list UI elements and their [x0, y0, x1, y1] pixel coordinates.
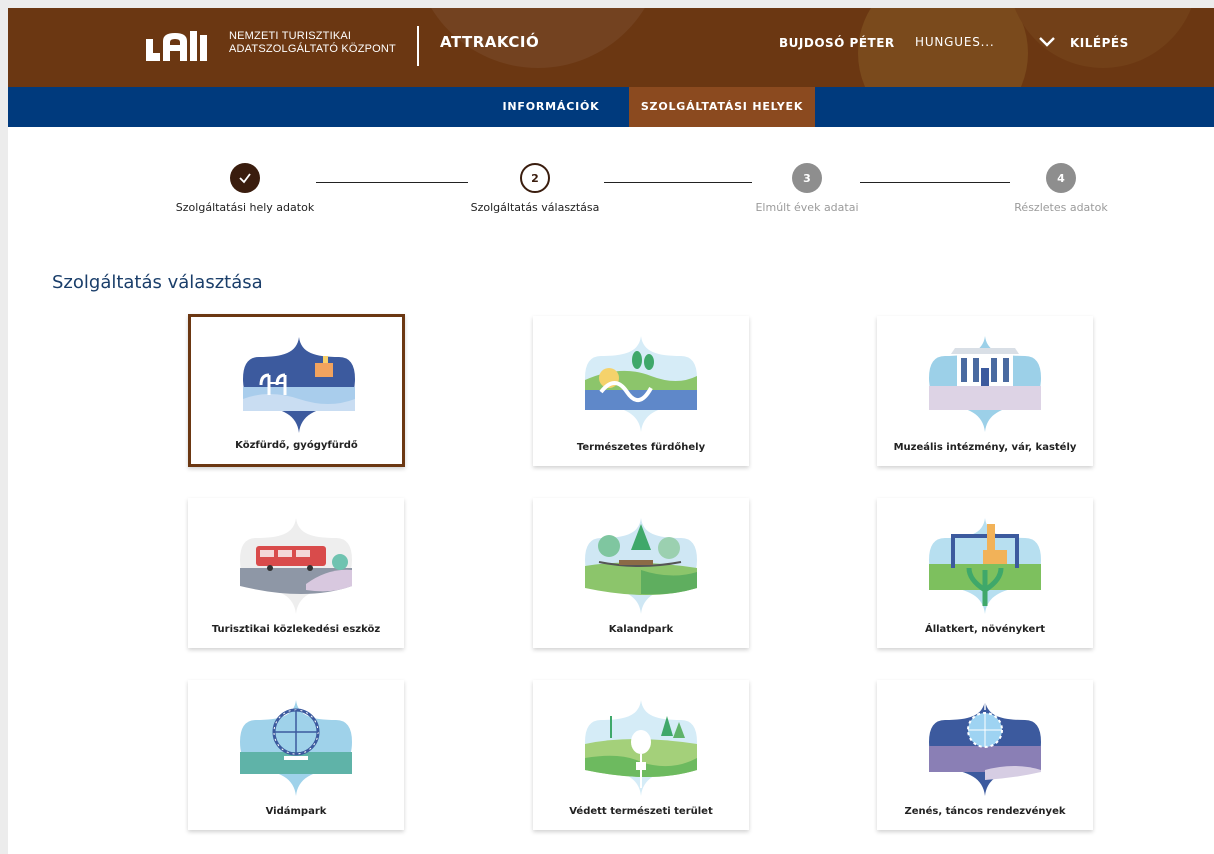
- service-label: Természetes fürdőhely: [576, 442, 706, 453]
- stepper-connector: [316, 182, 468, 183]
- step-2-label: Szolgáltatás választása: [470, 201, 600, 214]
- step-1-done[interactable]: [230, 163, 260, 193]
- step-4: 4: [1046, 163, 1076, 193]
- top-header: NEMZETI TURISZTIKAI ADATSZOLGÁLTATÓ KÖZP…: [8, 8, 1214, 87]
- checkmark-icon: [239, 173, 251, 184]
- protected-area-icon: [585, 700, 697, 796]
- org-name-line1: NEMZETI TURISZTIKAI: [229, 30, 352, 42]
- service-label: Állatkert, növénykert: [924, 624, 1046, 635]
- stepper-connector: [860, 182, 1010, 183]
- tab-szolgaltatasi-helyek[interactable]: SZOLGÁLTATÁSI HELYEK: [629, 87, 815, 127]
- header-divider: [417, 26, 419, 66]
- service-label: Turisztikai közlekedési eszköz: [211, 624, 381, 635]
- ferris-wheel-icon: [240, 700, 352, 796]
- chevron-down-icon[interactable]: [1038, 34, 1056, 50]
- bath-icon: [243, 337, 355, 433]
- user-name[interactable]: BUJDOSÓ PÉTER: [779, 36, 895, 50]
- service-label: Kalandpark: [608, 624, 674, 635]
- service-card-kozfurdo[interactable]: Közfürdő, gyógyfürdő: [188, 314, 405, 467]
- logout-button[interactable]: KILÉPÉS: [1070, 36, 1129, 50]
- service-label: Vidámpark: [265, 806, 327, 817]
- service-label: Védett természeti terület: [569, 806, 713, 817]
- organization-select[interactable]: HUNGUES...: [915, 35, 995, 49]
- service-card-muzealis[interactable]: Muzeális intézmény, vár, kastély: [877, 316, 1093, 466]
- service-card-kozlekedesi-eszkoz[interactable]: Turisztikai közlekedési eszköz: [188, 498, 404, 648]
- service-card-vedett-terulet[interactable]: Védett természeti terület: [533, 680, 749, 830]
- zoo-icon: [929, 518, 1041, 614]
- service-card-vidampark[interactable]: Vidámpark: [188, 680, 404, 830]
- museum-icon: [929, 336, 1041, 432]
- natural-bath-icon: [585, 336, 697, 432]
- tab-informaciok[interactable]: INFORMÁCIÓK: [486, 87, 616, 127]
- step-2-current[interactable]: 2: [520, 163, 550, 193]
- org-name-line2: ADATSZOLGÁLTATÓ KÖZPONT: [229, 43, 396, 55]
- bus-icon: [240, 518, 352, 614]
- service-card-termeszetes-furdohely[interactable]: Természetes fürdőhely: [533, 316, 749, 466]
- step-4-label: Részletes adatok: [1014, 201, 1108, 214]
- disco-ball-icon: [929, 698, 1041, 796]
- ntak-logo-icon[interactable]: [144, 25, 226, 67]
- service-card-kalandpark[interactable]: Kalandpark: [533, 498, 749, 648]
- page: NEMZETI TURISZTIKAI ADATSZOLGÁLTATÓ KÖZP…: [8, 8, 1214, 854]
- service-card-allatkert[interactable]: Állatkert, növénykert: [877, 498, 1093, 648]
- app-title[interactable]: ATTRAKCIÓ: [440, 33, 539, 51]
- stepper-connector: [604, 182, 752, 183]
- main-nav: INFORMÁCIÓK SZOLGÁLTATÁSI HELYEK: [8, 87, 1214, 127]
- step-1-label: Szolgáltatási hely adatok: [175, 201, 315, 214]
- adventure-park-icon: [585, 518, 697, 614]
- step-3-label: Elmúlt évek adatai: [755, 201, 859, 214]
- service-label: Zenés, táncos rendezvények: [904, 806, 1066, 817]
- service-card-zenes-rendezvenyek[interactable]: Zenés, táncos rendezvények: [877, 680, 1093, 830]
- step-3: 3: [792, 163, 822, 193]
- section-title: Szolgáltatás választása: [52, 272, 263, 293]
- service-label: Muzeális intézmény, vár, kastély: [893, 442, 1077, 453]
- service-label: Közfürdő, gyógyfürdő: [235, 440, 358, 451]
